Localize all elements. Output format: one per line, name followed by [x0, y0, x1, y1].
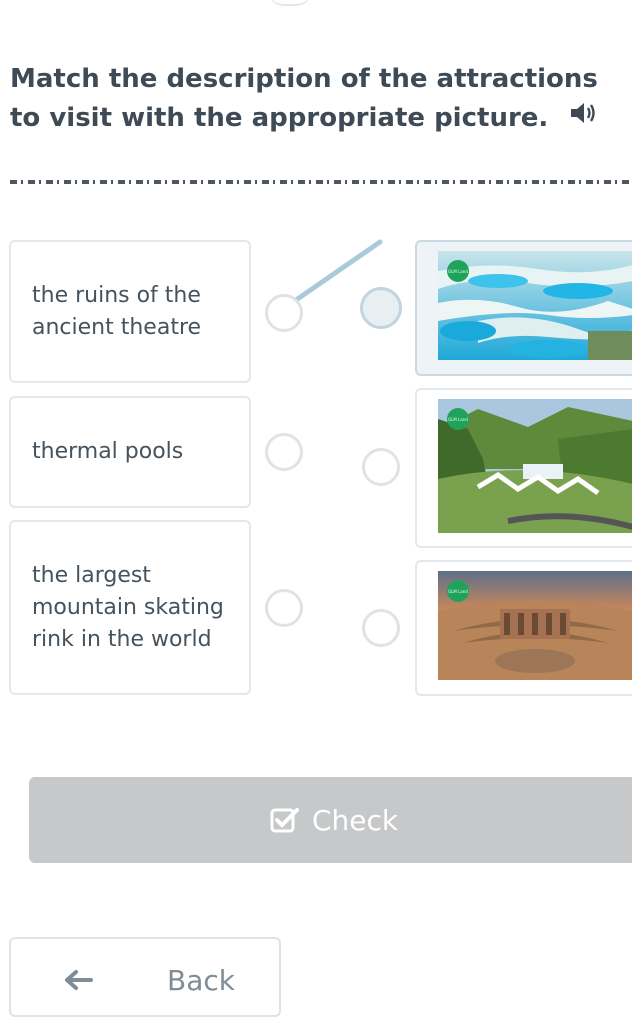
ancient-theatre-image: GLM Land — [438, 571, 632, 680]
description-card-thermal[interactable]: thermal pools — [9, 396, 251, 508]
description-text: the ruins of the ancient theatre — [32, 282, 202, 340]
speaker-icon[interactable] — [569, 99, 599, 138]
picture-card-thermal-pools[interactable]: GLM Land — [415, 240, 632, 376]
description-card-theatre[interactable]: the ruins of the ancient theatre — [9, 240, 251, 383]
logo-badge-icon: GLM Land — [447, 260, 469, 282]
logo-badge-icon: GLM Land — [447, 580, 469, 602]
back-button[interactable]: Back — [9, 937, 281, 1017]
checkbox-check-icon — [270, 808, 299, 833]
arrow-left-icon — [65, 970, 93, 990]
top-handle — [268, 0, 312, 6]
description-text: the largest mountain skating rink in the… — [32, 562, 224, 652]
right-match-dot-2[interactable] — [362, 448, 400, 486]
back-label: Back — [167, 964, 235, 997]
description-card-skating[interactable]: the largest mountain skating rink in the… — [9, 520, 251, 695]
left-match-dot-3[interactable] — [265, 589, 303, 627]
right-match-dot-3[interactable] — [362, 609, 400, 647]
left-match-dot-1[interactable] — [265, 294, 303, 332]
left-match-dot-2[interactable] — [265, 433, 303, 471]
skating-rink-image: GLM Land — [438, 399, 632, 533]
dashed-divider — [10, 180, 632, 184]
thermal-pools-image: GLM Land — [438, 251, 632, 360]
check-label: Check — [311, 803, 399, 837]
check-button[interactable]: Check — [29, 777, 632, 863]
instruction-text: Match the description of the attractions… — [10, 64, 598, 133]
logo-badge-icon: GLM Land — [447, 408, 469, 430]
picture-card-skating-rink[interactable]: GLM Land — [415, 388, 632, 548]
instruction-title: Match the description of the attractions… — [10, 60, 630, 138]
description-text: thermal pools — [32, 439, 184, 464]
picture-card-ancient-theatre[interactable]: GLM Land — [415, 560, 632, 696]
right-match-dot-1[interactable] — [360, 287, 402, 329]
